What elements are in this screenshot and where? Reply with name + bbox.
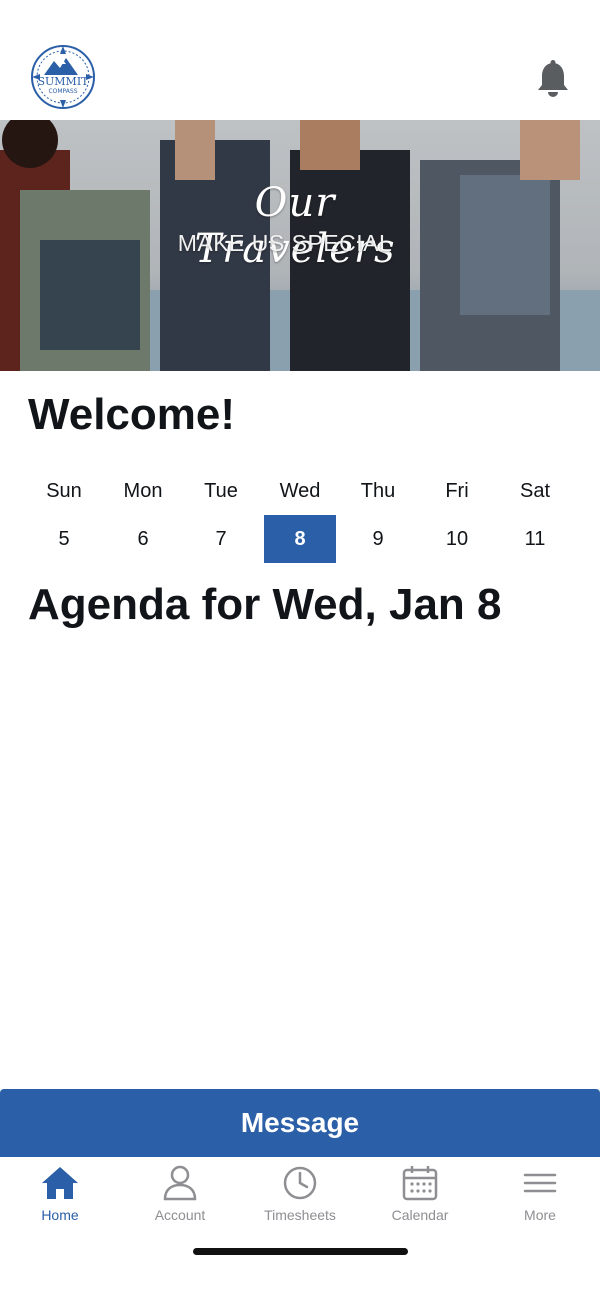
logo-text-top: SUMMIT bbox=[37, 75, 89, 88]
agenda-heading: Agenda for Wed, Jan 8 bbox=[28, 580, 502, 629]
welcome-heading: Welcome! bbox=[28, 390, 236, 439]
hero-subtitle: MAKE US SPECIAL bbox=[177, 230, 393, 256]
tab-label: More bbox=[524, 1207, 556, 1223]
day-number[interactable]: 6 bbox=[107, 515, 179, 563]
home-icon bbox=[42, 1167, 78, 1199]
logo-text-bottom: COMPASS bbox=[48, 88, 77, 95]
day-name: Sat bbox=[519, 480, 551, 502]
summit-compass-logo-icon[interactable]: SUMMIT COMPASS bbox=[30, 44, 96, 110]
tab-label: Account bbox=[154, 1207, 206, 1223]
day-name: Sun bbox=[46, 480, 82, 502]
day-name: Thu bbox=[360, 480, 396, 502]
day-number[interactable]: 7 bbox=[185, 515, 257, 563]
day-name: Wed bbox=[279, 480, 321, 502]
clock-icon bbox=[283, 1166, 317, 1200]
day-name: Fri bbox=[445, 480, 469, 502]
day-number[interactable]: 9 bbox=[342, 515, 414, 563]
hero-banner: Our Travelers MAKE US SPECIAL bbox=[0, 120, 600, 371]
message-button[interactable]: Message bbox=[0, 1089, 600, 1157]
tab-bar: Home Account Timesheets Calendar More bbox=[0, 1157, 600, 1300]
day-number[interactable]: 11 bbox=[499, 515, 571, 563]
tab-label: Calendar bbox=[391, 1207, 449, 1223]
day-number[interactable]: 5 bbox=[28, 515, 100, 563]
day-number-selected[interactable]: 8 bbox=[264, 515, 336, 563]
tab-more[interactable]: More bbox=[480, 1165, 600, 1235]
bell-icon[interactable] bbox=[536, 60, 570, 98]
menu-icon bbox=[523, 1173, 557, 1193]
tab-label: Timesheets bbox=[264, 1207, 336, 1223]
calendar-icon bbox=[402, 1166, 438, 1201]
week-strip: Sun 5 Mon 6 Tue 7 Wed 8 Thu 9 Fri 10 Sat… bbox=[25, 472, 575, 567]
hero-title: Our Travelers bbox=[194, 180, 396, 272]
tab-label: Home bbox=[41, 1207, 79, 1223]
day-name: Mon bbox=[123, 480, 163, 502]
tab-home[interactable]: Home bbox=[0, 1165, 120, 1235]
day-number[interactable]: 10 bbox=[421, 515, 493, 563]
app-header: SUMMIT COMPASS bbox=[0, 0, 600, 120]
user-icon bbox=[163, 1165, 197, 1201]
tab-timesheets[interactable]: Timesheets bbox=[240, 1165, 360, 1235]
tab-calendar[interactable]: Calendar bbox=[360, 1165, 480, 1235]
tab-account[interactable]: Account bbox=[120, 1165, 240, 1235]
home-indicator bbox=[193, 1248, 408, 1255]
day-name: Tue bbox=[204, 480, 238, 502]
